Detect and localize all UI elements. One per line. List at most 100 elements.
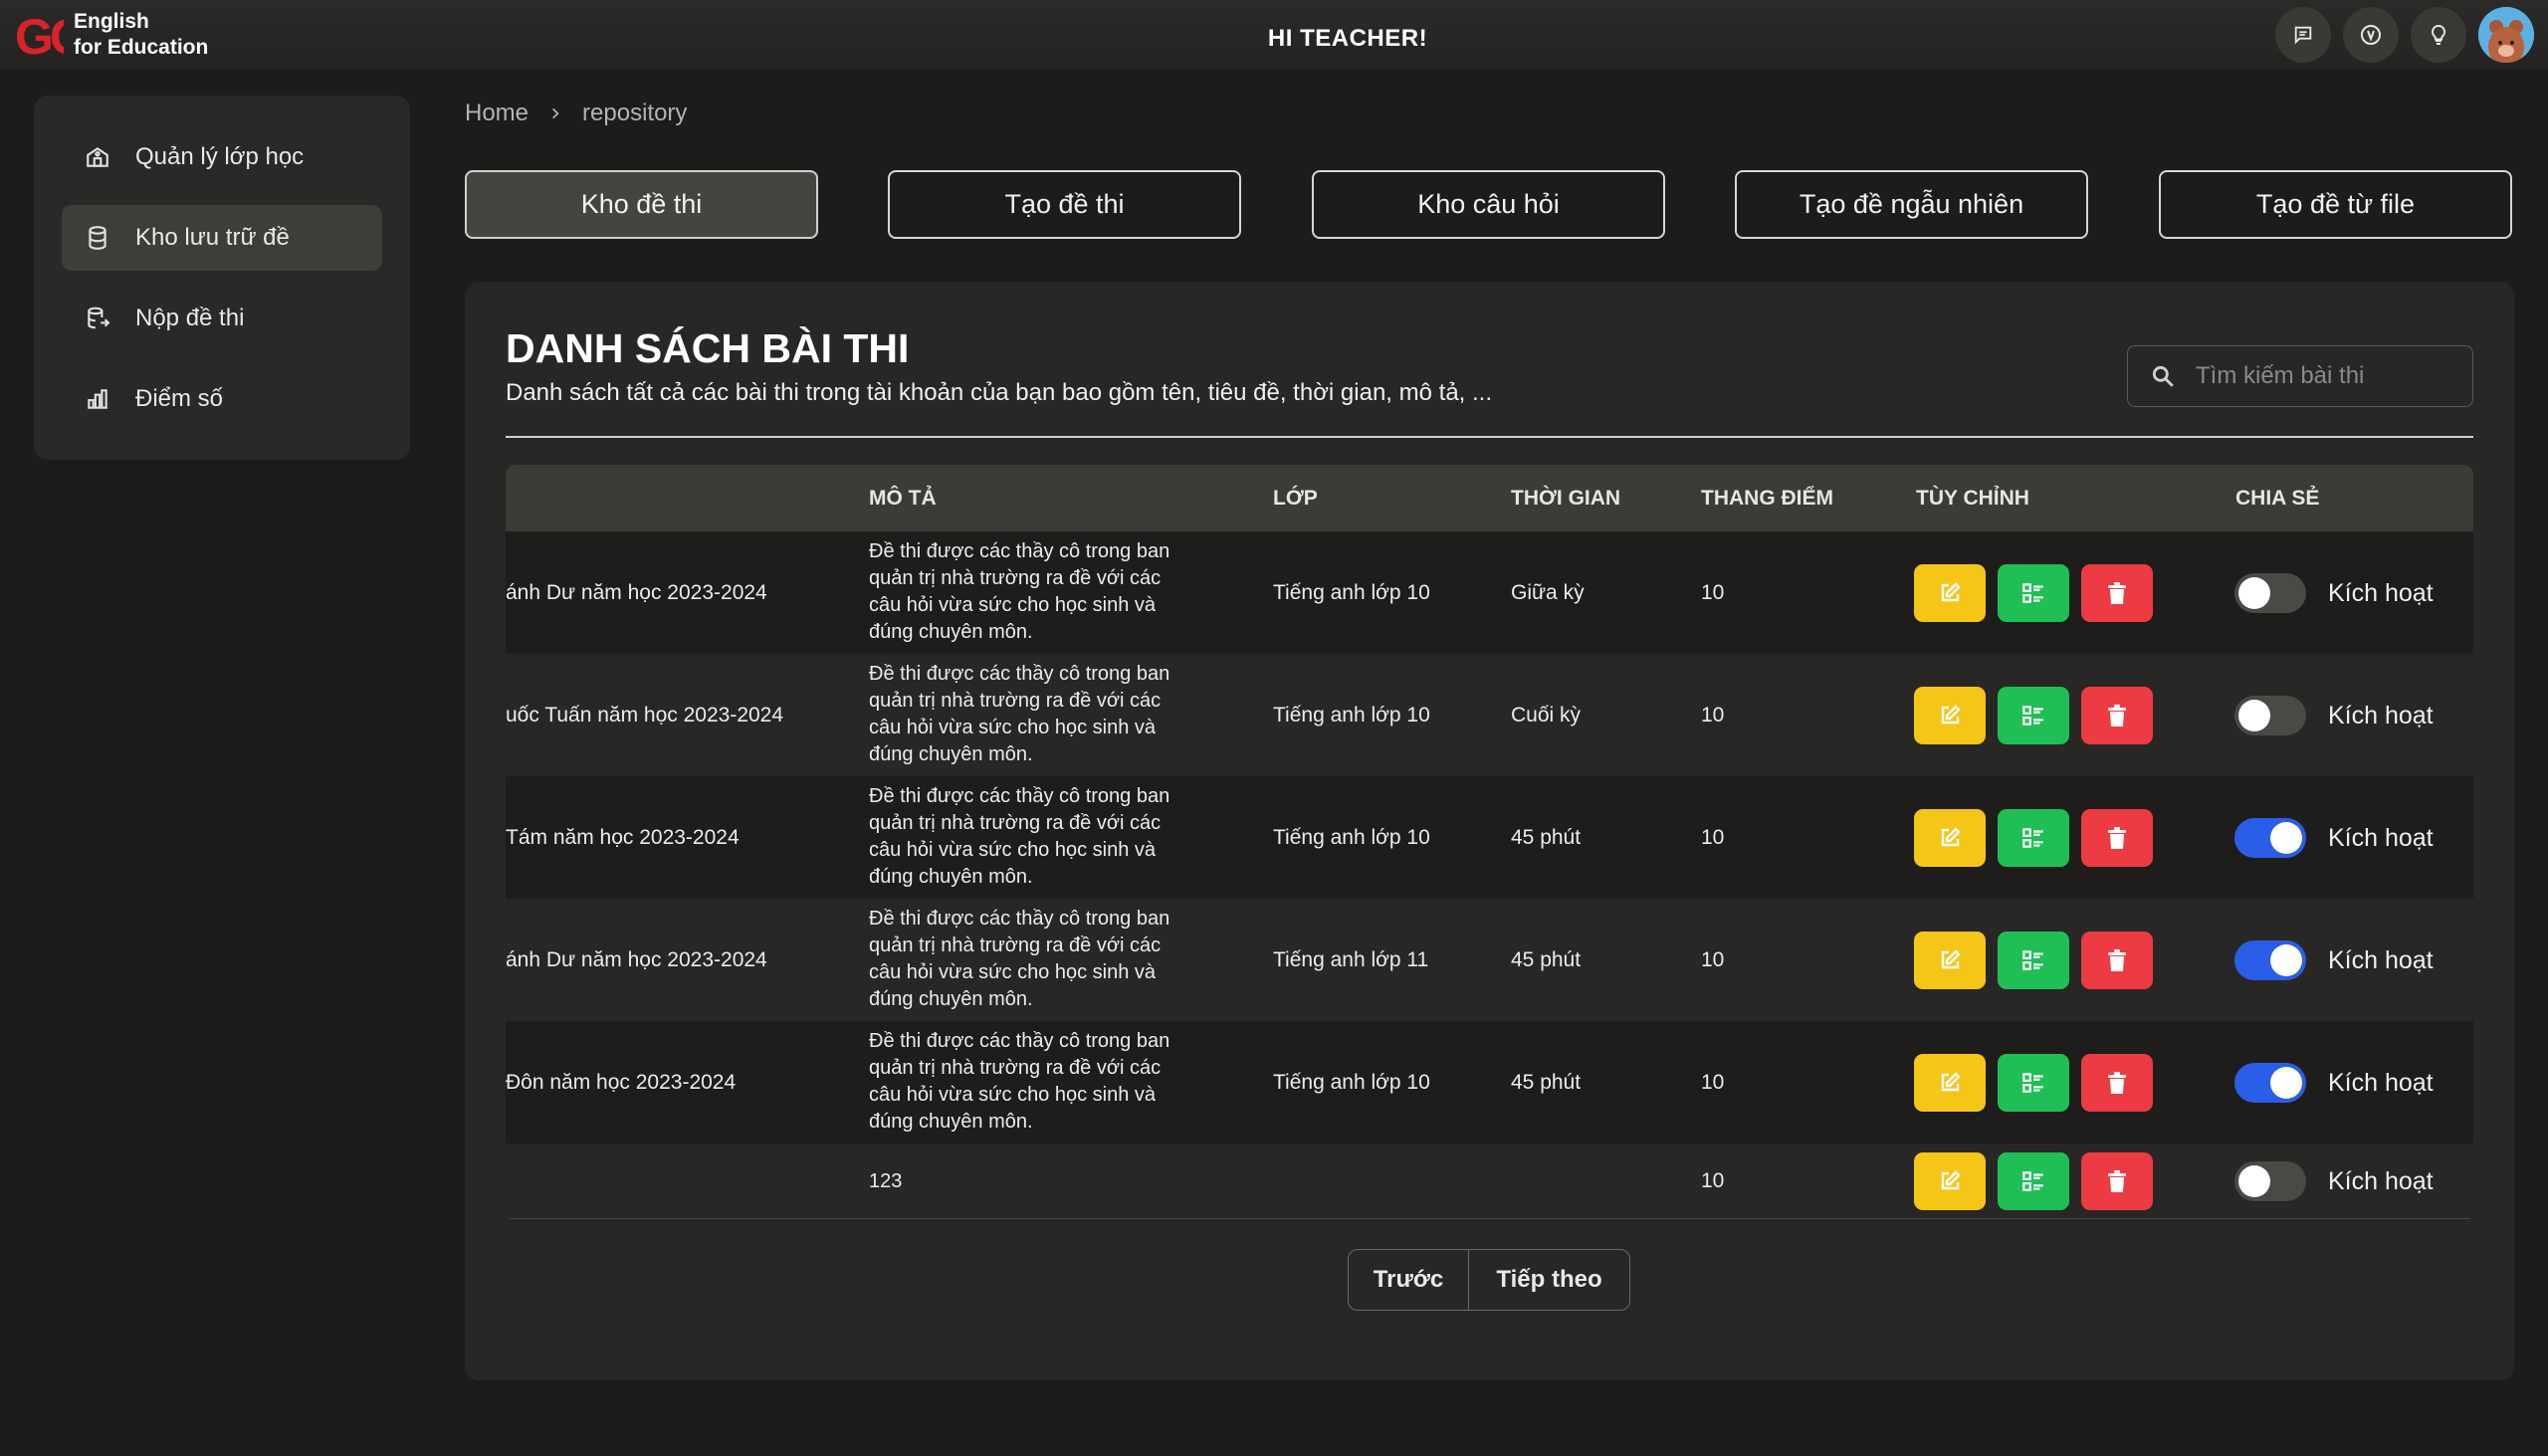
sidebar-item-submit-exam[interactable]: Nộp đề thi <box>62 286 382 351</box>
exam-description: 123 <box>869 1170 903 1192</box>
sidebar-item-repository[interactable]: Kho lưu trữ đề <box>62 205 382 271</box>
list-icon <box>2022 583 2043 603</box>
tab-question-bank[interactable]: Kho câu hỏi <box>1312 170 1665 239</box>
breadcrumb-home[interactable]: Home <box>465 100 529 127</box>
exam-time: Cuối kỳ <box>1511 704 1582 727</box>
sidebar-item-label: Nộp đề thi <box>135 305 245 331</box>
edit-button[interactable] <box>1914 932 1986 989</box>
lightbulb-icon <box>2431 24 2446 45</box>
sidebar: Quản lý lớp học Kho lưu trữ đề Nộp đề th… <box>34 96 410 460</box>
delete-button[interactable] <box>2081 564 2153 622</box>
breadcrumb-current[interactable]: repository <box>582 100 687 127</box>
edit-icon <box>1941 827 1961 847</box>
tab-create-exam[interactable]: Tạo đề thi <box>888 170 1241 239</box>
exam-class: Tiếng anh lớp 10 <box>1273 1071 1430 1094</box>
table-row: uốc Tuấn năm học 2023-2024 Đề thi được cá… <box>506 654 2473 777</box>
toggle-knob <box>2238 700 2270 731</box>
edit-button[interactable] <box>1914 1152 1986 1210</box>
exam-name: Tám năm học 2023-2024 <box>506 826 740 849</box>
share-toggle[interactable] <box>2234 573 2306 613</box>
exam-description: Đề thi được các thầy cô trong ban quản t… <box>869 1030 1170 1133</box>
view-questions-button[interactable] <box>1998 932 2069 989</box>
share-toggle[interactable] <box>2234 1161 2306 1201</box>
tab-exam-repository[interactable]: Kho đề thi <box>465 170 818 239</box>
v-badge-button[interactable] <box>2343 7 2399 63</box>
share-toggle[interactable] <box>2234 696 2306 735</box>
edit-icon <box>1941 705 1961 725</box>
page-title: DANH SÁCH BÀI THI <box>506 325 910 371</box>
share-toggle-label: Kích hoạt <box>2328 824 2434 852</box>
exam-time: 45 phút <box>1511 826 1582 849</box>
bar-chart-icon <box>84 385 111 413</box>
edit-button[interactable] <box>1914 1054 1986 1112</box>
divider <box>506 436 2473 438</box>
exam-name: ánh Dư năm học 2023-2024 <box>506 948 767 971</box>
trash-icon <box>2108 705 2126 727</box>
exam-score-scale: 10 <box>1701 826 1725 849</box>
search-box[interactable] <box>2127 345 2473 407</box>
next-page-button[interactable]: Tiếp theo <box>1469 1250 1629 1310</box>
delete-button[interactable] <box>2081 809 2153 867</box>
exam-description: Đề thi được các thầy cô trong ban quản t… <box>869 785 1170 888</box>
toggle-knob <box>2238 1165 2270 1197</box>
school-icon <box>84 143 111 171</box>
column-header-time[interactable]: THỜI GIAN <box>1511 465 1620 531</box>
exam-description: Đề thi được các thầy cô trong ban quản t… <box>869 663 1170 765</box>
delete-button[interactable] <box>2081 1152 2153 1210</box>
exam-class: Tiếng anh lớp 10 <box>1273 581 1430 604</box>
exam-score-scale: 10 <box>1701 1169 1725 1192</box>
table-row: ánh Dư năm học 2023-2024 Đề thi được các … <box>506 899 2473 1022</box>
column-header-score-scale[interactable]: THANG ĐIỂM <box>1701 465 1833 531</box>
page-subtitle: Danh sách tất cả các bài thi trong tài k… <box>506 379 1493 406</box>
edit-button[interactable] <box>1914 564 1986 622</box>
edit-button[interactable] <box>1914 687 1986 744</box>
toggle-knob <box>2270 944 2302 976</box>
share-toggle[interactable] <box>2234 940 2306 980</box>
exam-class: Tiếng anh lớp 10 <box>1273 826 1430 849</box>
search-input[interactable] <box>2194 361 2456 391</box>
avatar[interactable] <box>2478 7 2534 63</box>
delete-button[interactable] <box>2081 687 2153 744</box>
delete-button[interactable] <box>2081 932 2153 989</box>
column-header-description[interactable]: MÔ TẢ <box>869 465 937 531</box>
share-toggle-label: Kích hoạt <box>2328 1167 2434 1195</box>
list-icon <box>2022 950 2043 970</box>
exam-time: 45 phút <box>1511 948 1582 971</box>
tab-random-exam[interactable]: Tạo đề ngẫu nhiên <box>1735 170 2088 239</box>
list-icon <box>2022 706 2043 726</box>
exam-name: ánh Dư năm học 2023-2024 <box>506 581 767 604</box>
share-toggle-label: Kích hoạt <box>2328 1069 2434 1097</box>
view-questions-button[interactable] <box>1998 564 2069 622</box>
bear-avatar-icon <box>2478 7 2534 63</box>
message-button[interactable] <box>2275 7 2331 63</box>
view-questions-button[interactable] <box>1998 1054 2069 1112</box>
exam-score-scale: 10 <box>1701 581 1725 604</box>
sidebar-item-label: Quản lý lớp học <box>135 143 305 170</box>
toggle-knob <box>2238 577 2270 609</box>
sidebar-item-label: Kho lưu trữ đề <box>135 224 290 251</box>
pagination: Trước Tiếp theo <box>1348 1249 1630 1311</box>
edit-button[interactable] <box>1914 809 1986 867</box>
v-badge-icon <box>2361 25 2381 45</box>
chevron-right-icon <box>552 107 559 119</box>
lightbulb-button[interactable] <box>2411 7 2466 63</box>
toggle-knob <box>2270 822 2302 854</box>
exam-time: Giữa kỳ <box>1511 581 1585 604</box>
view-questions-button[interactable] <box>1998 1152 2069 1210</box>
previous-page-button[interactable]: Trước <box>1349 1250 1469 1310</box>
top-bar: GO English for Education HI TEACHER! <box>0 0 2548 70</box>
trash-icon <box>2108 1072 2126 1094</box>
exam-score-scale: 10 <box>1701 704 1725 727</box>
table-row: 123 10 Kích hoạt <box>506 1144 2473 1219</box>
delete-button[interactable] <box>2081 1054 2153 1112</box>
column-header-class[interactable]: LỚP <box>1273 465 1318 531</box>
sidebar-item-class-management[interactable]: Quản lý lớp học <box>62 124 382 190</box>
view-questions-button[interactable] <box>1998 809 2069 867</box>
share-toggle[interactable] <box>2234 1063 2306 1103</box>
tab-exam-from-file[interactable]: Tạo đề từ file <box>2159 170 2512 239</box>
view-questions-button[interactable] <box>1998 687 2069 744</box>
share-toggle-label: Kích hoạt <box>2328 702 2434 729</box>
share-toggle[interactable] <box>2234 818 2306 858</box>
table-row: ánh Dư năm học 2023-2024 Đề thi được các … <box>506 531 2473 655</box>
sidebar-item-scores[interactable]: Điểm số <box>62 366 382 432</box>
